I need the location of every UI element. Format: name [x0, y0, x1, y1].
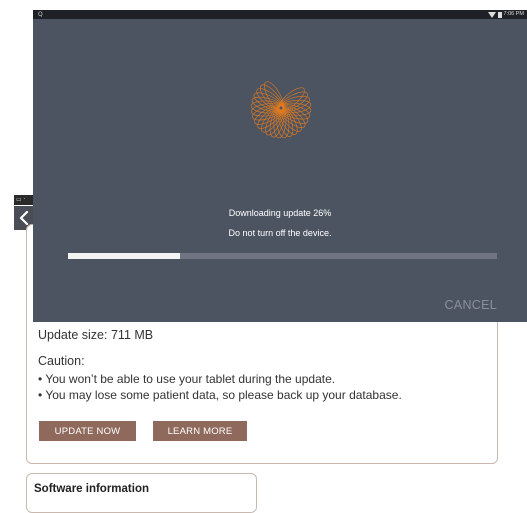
update-size-value: 711 MB	[110, 328, 154, 342]
notification-icon: ▭ ·	[16, 196, 26, 203]
download-progress-text: Downloading update 26%	[228, 208, 332, 218]
caution-list: • You won’t be able to use your tablet d…	[38, 371, 402, 403]
download-progress-bar	[68, 253, 497, 259]
update-size-label: Update size:	[38, 328, 108, 342]
status-right: 7:06 PM	[487, 10, 524, 19]
battery-icon	[497, 11, 502, 18]
caution-item: • You may lose some patient data, so ple…	[38, 388, 402, 402]
learn-more-button[interactable]: LEARN MORE	[153, 421, 247, 441]
spirograph-logo-icon	[250, 81, 312, 139]
download-progress-fill	[68, 253, 180, 259]
caution-item: • You won’t be able to use your tablet d…	[38, 372, 336, 386]
caution-title: Caution:	[38, 354, 85, 368]
wifi-icon	[487, 11, 496, 18]
download-dialog: Q 7:06 PM Downloading update 26% Do not …	[33, 10, 527, 322]
chevron-left-icon	[19, 211, 29, 225]
status-left-icon: Q	[38, 11, 43, 18]
software-information-title: Software information	[34, 483, 150, 495]
do-not-turn-off-warning: Do not turn off the device.	[228, 228, 332, 238]
cancel-button[interactable]: CANCEL	[444, 298, 497, 312]
update-now-button[interactable]: UPDATE NOW	[39, 421, 136, 441]
status-bar: Q 7:06 PM	[33, 10, 527, 19]
status-time: 7:06 PM	[503, 11, 524, 17]
update-size: Update size: 711 MB	[38, 328, 153, 342]
